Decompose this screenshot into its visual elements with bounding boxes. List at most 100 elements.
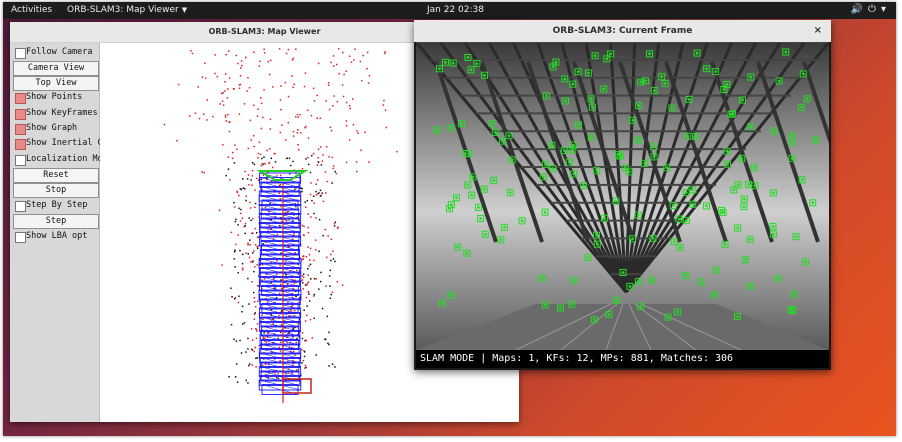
map-point bbox=[266, 149, 268, 152]
feature-point bbox=[684, 274, 687, 277]
map-point bbox=[256, 284, 259, 287]
checkbox-show-lba-opt[interactable]: Show LBA opt bbox=[13, 230, 97, 243]
map-point bbox=[230, 323, 233, 326]
checkbox-box[interactable] bbox=[15, 124, 26, 135]
checkbox-box[interactable] bbox=[15, 232, 26, 243]
current-frame-titlebar[interactable]: ORB-SLAM3: Current Frame × bbox=[414, 20, 831, 42]
map-point bbox=[304, 126, 306, 129]
map-point bbox=[237, 224, 239, 226]
feature-point bbox=[705, 67, 709, 71]
map-point bbox=[236, 381, 239, 383]
map-point bbox=[343, 73, 345, 76]
map-point bbox=[333, 223, 336, 225]
feature-point bbox=[466, 183, 470, 187]
map-point bbox=[240, 60, 243, 62]
checkbox-follow-camera[interactable]: Follow Camera bbox=[13, 46, 97, 59]
map-point bbox=[310, 182, 312, 184]
button-step[interactable]: Step bbox=[13, 214, 99, 229]
feature-point bbox=[503, 225, 506, 229]
map-point bbox=[222, 144, 224, 146]
map-point bbox=[233, 298, 236, 300]
feature-point bbox=[743, 258, 747, 262]
map-point bbox=[233, 251, 236, 253]
activities-button[interactable]: Activities bbox=[11, 5, 52, 15]
map-point bbox=[313, 212, 315, 215]
control-panel: Follow Camera Camera View Top View Show Poi… bbox=[10, 43, 123, 422]
map-point bbox=[366, 51, 369, 54]
map-point bbox=[254, 189, 256, 191]
map-point bbox=[250, 139, 252, 141]
checkbox-box[interactable] bbox=[15, 155, 26, 166]
button-camera-view[interactable]: Camera View bbox=[13, 61, 99, 76]
map-point bbox=[214, 72, 216, 75]
map-point bbox=[302, 282, 304, 284]
map-point bbox=[258, 65, 261, 67]
keyframe-edge bbox=[261, 181, 299, 193]
checkbox-box[interactable] bbox=[15, 109, 26, 120]
feature-point bbox=[508, 191, 512, 195]
map-point bbox=[293, 314, 296, 317]
map-point bbox=[334, 170, 336, 173]
map-point bbox=[382, 104, 385, 106]
map-point bbox=[336, 281, 339, 283]
map-point bbox=[317, 148, 320, 150]
map-point bbox=[249, 201, 251, 204]
checkbox-box[interactable] bbox=[15, 48, 26, 59]
map-point bbox=[307, 231, 310, 234]
map-point bbox=[336, 100, 338, 103]
checkbox-show-keyframes[interactable]: Show KeyFrames bbox=[13, 107, 98, 120]
map-point bbox=[228, 77, 231, 79]
button-stop[interactable]: Stop bbox=[13, 183, 99, 198]
map-point bbox=[241, 311, 243, 313]
map-point bbox=[280, 109, 282, 111]
map-point bbox=[318, 62, 320, 65]
checkbox-box[interactable] bbox=[15, 139, 26, 150]
map-point bbox=[250, 219, 252, 222]
map-point bbox=[349, 107, 351, 110]
keyframe-edge bbox=[259, 204, 301, 215]
checkbox-step-by-step[interactable]: Step By Step bbox=[13, 199, 97, 212]
map-point bbox=[359, 60, 362, 63]
map-point bbox=[234, 220, 237, 223]
feature-point bbox=[603, 216, 606, 220]
feature-point bbox=[586, 256, 590, 259]
map-point bbox=[309, 263, 312, 266]
checkbox-localization-mode[interactable]: Localization Mode bbox=[13, 153, 113, 166]
map-point bbox=[247, 242, 249, 244]
map-point bbox=[262, 163, 265, 166]
system-menu[interactable]: 🔊 ⏻ ▾ bbox=[846, 4, 886, 15]
map-point bbox=[307, 274, 309, 276]
map-point bbox=[272, 318, 275, 320]
feature-point bbox=[752, 166, 756, 170]
feature-point bbox=[628, 285, 632, 288]
map-point bbox=[326, 256, 328, 259]
close-icon[interactable]: × bbox=[814, 20, 822, 42]
button-top-view[interactable]: Top View bbox=[13, 76, 99, 91]
map-point bbox=[242, 323, 244, 325]
clock[interactable]: Jan 22 02:38 bbox=[427, 5, 484, 15]
map-point bbox=[297, 129, 299, 131]
feature-point bbox=[466, 56, 470, 59]
checkbox-box[interactable] bbox=[15, 93, 26, 104]
map-point bbox=[356, 170, 358, 173]
checkbox-show-points[interactable]: Show Points bbox=[13, 91, 97, 104]
app-menu[interactable]: ORB-SLAM3: Map Viewer ▼ bbox=[67, 5, 187, 15]
map-point bbox=[315, 354, 317, 356]
feature-point bbox=[595, 169, 599, 173]
feature-point bbox=[455, 196, 458, 200]
map-point bbox=[305, 158, 307, 160]
checkbox-show-inertial-graph[interactable]: Show Inertial Graph bbox=[13, 137, 123, 150]
feature-point bbox=[621, 271, 625, 274]
map-point bbox=[256, 115, 259, 117]
feature-point bbox=[475, 62, 479, 65]
map-point bbox=[245, 252, 247, 254]
feature-point bbox=[666, 315, 670, 319]
map-point bbox=[316, 179, 319, 181]
button-reset[interactable]: Reset bbox=[13, 168, 99, 183]
map-point bbox=[280, 205, 282, 208]
map-point bbox=[253, 350, 255, 353]
map-point bbox=[296, 269, 298, 272]
checkbox-show-graph[interactable]: Show Graph bbox=[13, 122, 97, 135]
keyframe-edge bbox=[260, 253, 300, 265]
checkbox-box[interactable] bbox=[15, 201, 26, 212]
